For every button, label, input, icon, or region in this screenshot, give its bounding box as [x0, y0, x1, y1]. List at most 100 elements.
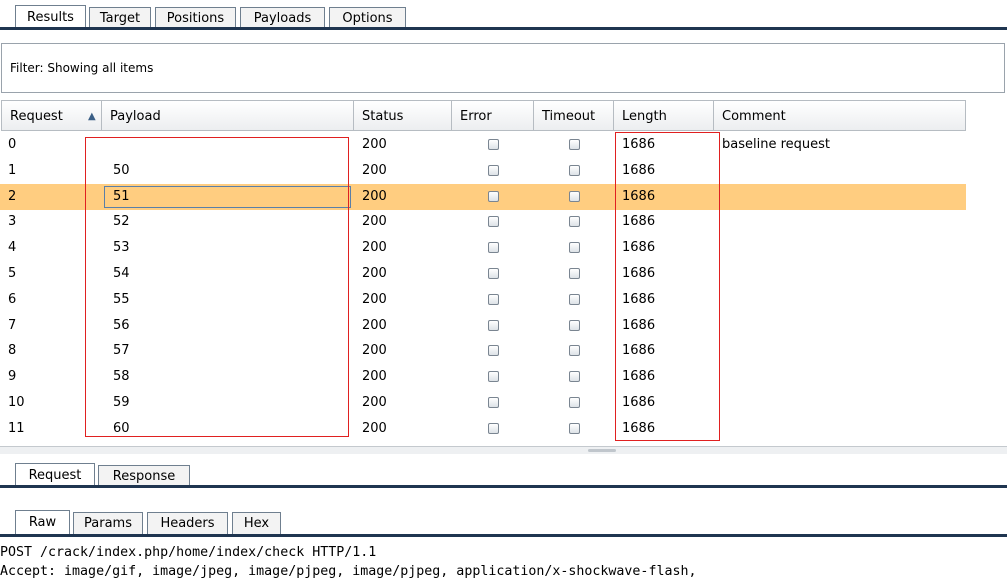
timeout-checkbox: [569, 293, 580, 305]
cell-length: 1686: [622, 420, 656, 436]
col-header-comment[interactable]: Comment: [714, 100, 966, 131]
splitter-grip-icon[interactable]: [588, 449, 616, 452]
cell-request: 2: [8, 188, 17, 204]
table-row[interactable]: 1 50 200 1686: [0, 158, 966, 184]
top-tab-bar: Results Target Positions Payloads Option…: [0, 0, 1007, 30]
cell-request: 11: [8, 420, 25, 436]
table-row[interactable]: 3 52 200 1686: [0, 209, 966, 235]
col-header-timeout[interactable]: Timeout: [534, 100, 614, 131]
timeout-checkbox: [569, 190, 580, 202]
cell-status: 200: [362, 395, 387, 410]
cell-payload: 55: [113, 291, 130, 307]
cell-request: 6: [8, 291, 17, 307]
error-checkbox: [488, 371, 499, 383]
cell-length: 1686: [622, 162, 656, 178]
col-header-length[interactable]: Length: [614, 100, 714, 131]
tab-target[interactable]: Target: [89, 7, 151, 29]
pane-splitter[interactable]: [0, 446, 1007, 454]
cell-length: 1686: [622, 266, 656, 281]
cell-comment: baseline request: [722, 137, 830, 152]
error-checkbox: [488, 345, 499, 357]
tab-raw[interactable]: Raw: [15, 510, 70, 535]
tab-underline: [0, 534, 1007, 537]
table-row[interactable]: 11 60 200 1686: [0, 416, 966, 442]
cell-payload: 60: [113, 420, 130, 436]
filter-label: Filter: Showing all items: [10, 61, 154, 75]
raw-line: POST /crack/index.php/home/index/check H…: [0, 545, 377, 560]
col-header-request-label: Request: [10, 109, 63, 124]
tab-response[interactable]: Response: [98, 465, 190, 487]
cell-length: 1686: [622, 343, 656, 359]
timeout-checkbox: [569, 397, 580, 408]
tab-headers[interactable]: Headers: [147, 512, 228, 534]
timeout-checkbox: [569, 216, 580, 228]
cell-length: 1686: [622, 214, 656, 230]
timeout-checkbox: [569, 319, 580, 331]
col-header-status[interactable]: Status: [354, 100, 452, 131]
error-checkbox: [488, 242, 499, 254]
table-row[interactable]: 0 200 1686 baseline request: [0, 132, 966, 158]
cell-length: 1686: [622, 240, 656, 256]
cell-length: 1686: [622, 291, 656, 307]
error-checkbox: [488, 293, 499, 305]
tab-positions[interactable]: Positions: [155, 7, 236, 29]
cell-payload: 59: [113, 395, 130, 410]
tab-hex[interactable]: Hex: [232, 512, 281, 534]
cell-request: 1: [8, 162, 17, 178]
cell-status: 200: [362, 343, 387, 359]
table-row[interactable]: 2 51 200 1686: [0, 183, 966, 210]
timeout-checkbox: [569, 268, 580, 279]
cell-status: 200: [362, 137, 387, 152]
timeout-checkbox: [569, 371, 580, 383]
table-row[interactable]: 5 54 200 1686: [0, 261, 966, 287]
tab-payloads[interactable]: Payloads: [240, 7, 325, 29]
cell-request: 7: [8, 317, 17, 333]
filter-bar[interactable]: Filter: Showing all items: [1, 43, 1005, 93]
cell-payload: 56: [113, 317, 130, 333]
error-checkbox: [488, 139, 499, 150]
cell-payload: 50: [113, 162, 130, 178]
tab-options[interactable]: Options: [329, 7, 406, 29]
cell-payload: 54: [113, 266, 130, 281]
tab-params[interactable]: Params: [73, 512, 143, 534]
table-row[interactable]: 8 57 200 1686: [0, 338, 966, 364]
timeout-checkbox: [569, 242, 580, 254]
cell-request: 9: [8, 369, 17, 385]
cell-focus-outline: [104, 185, 351, 208]
table-row[interactable]: 6 55 200 1686: [0, 287, 966, 313]
cell-status: 200: [362, 291, 387, 307]
table-row[interactable]: 4 53 200 1686: [0, 235, 966, 261]
cell-length: 1686: [622, 137, 656, 152]
cell-payload: 52: [113, 214, 130, 230]
cell-payload: 53: [113, 240, 130, 256]
table-row[interactable]: 9 58 200 1686: [0, 364, 966, 390]
cell-status: 200: [362, 369, 387, 385]
cell-request: 10: [8, 395, 25, 410]
error-checkbox: [488, 319, 499, 331]
cell-request: 3: [8, 214, 17, 230]
error-checkbox: [488, 397, 499, 408]
cell-status: 200: [362, 240, 387, 256]
cell-request: 4: [8, 240, 17, 256]
error-checkbox: [488, 190, 499, 202]
cell-request: 0: [8, 137, 17, 152]
timeout-checkbox: [569, 345, 580, 357]
timeout-checkbox: [569, 139, 580, 150]
cell-payload: 57: [113, 343, 130, 359]
col-header-error[interactable]: Error: [452, 100, 534, 131]
error-checkbox: [488, 268, 499, 279]
view-tab-bar: Raw Params Headers Hex: [0, 505, 1007, 537]
cell-status: 200: [362, 188, 387, 204]
raw-request-text[interactable]: POST /crack/index.php/home/index/check H…: [0, 543, 696, 581]
cell-status: 200: [362, 214, 387, 230]
cell-request: 8: [8, 343, 17, 359]
table-row[interactable]: 7 56 200 1686: [0, 313, 966, 339]
sort-ascending-icon[interactable]: ▲: [88, 101, 96, 132]
error-checkbox: [488, 164, 499, 176]
col-header-payload[interactable]: Payload: [102, 100, 354, 131]
col-header-request[interactable]: Request ▲: [1, 100, 102, 131]
cell-length: 1686: [622, 369, 656, 385]
table-row[interactable]: 10 59 200 1686: [0, 390, 966, 416]
cell-length: 1686: [622, 188, 656, 204]
cell-request: 5: [8, 266, 17, 281]
